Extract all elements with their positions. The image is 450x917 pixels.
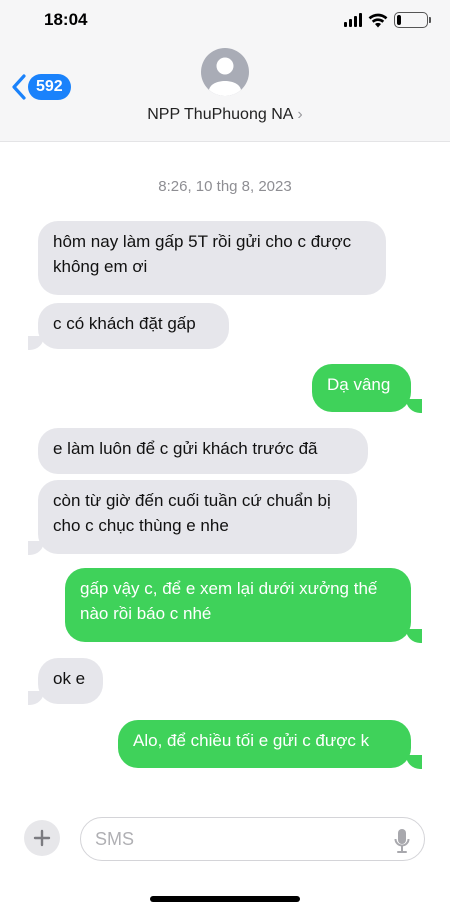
microphone-icon	[394, 829, 410, 853]
sms-input[interactable]	[95, 818, 375, 860]
unread-count-badge: 592	[28, 74, 71, 100]
message-bubble-incoming[interactable]: ok e	[38, 658, 103, 704]
person-avatar-icon[interactable]	[201, 48, 249, 96]
wifi-icon	[368, 13, 388, 27]
message-timestamp: 8:26, 10 thg 8, 2023	[158, 178, 292, 195]
message-bubble-outgoing[interactable]: Dạ vâng	[312, 364, 411, 412]
contact-name-button[interactable]: NPP ThuPhuong NA ›	[0, 106, 450, 124]
bubble-tail	[406, 755, 422, 769]
battery-icon	[394, 12, 431, 28]
message-bubble-outgoing[interactable]: Alo, để chiều tối e gửi c được k	[118, 720, 411, 768]
status-time: 18:04	[44, 10, 88, 29]
bubble-tail	[406, 629, 422, 643]
dictation-button[interactable]	[394, 828, 410, 859]
message-text: hôm nay làm gấp 5T rồi gửi cho c được kh…	[53, 232, 352, 276]
contact-name: NPP ThuPhuong NA	[147, 106, 294, 123]
message-text: Alo, để chiều tối e gửi c được k	[133, 731, 370, 750]
chevron-right-icon: ›	[297, 106, 303, 123]
message-text: e làm luôn để c gửi khách trước đã	[53, 439, 318, 458]
message-text: còn từ giờ đến cuối tuần cứ chuẩn bị cho…	[53, 491, 331, 535]
status-icons	[344, 10, 431, 30]
bubble-tail	[28, 541, 44, 555]
message-bubble-incoming[interactable]: còn từ giờ đến cuối tuần cứ chuẩn bị cho…	[38, 480, 357, 554]
conversation-header: 18:04 592 NPP ThuPhuong NA ›	[0, 0, 450, 142]
message-bubble-incoming[interactable]: e làm luôn để c gửi khách trước đã	[38, 428, 368, 474]
message-text: Dạ vâng	[327, 375, 391, 394]
bubble-tail	[28, 691, 44, 705]
chevron-left-icon	[12, 74, 26, 100]
message-bubble-outgoing[interactable]: gấp vậy c, để e xem lại dưới xưởng thế n…	[65, 568, 411, 642]
message-bubble-incoming[interactable]: c có khách đặt gấp	[38, 303, 229, 349]
add-attachment-button[interactable]	[24, 820, 60, 856]
message-text: ok e	[53, 669, 86, 688]
bubble-tail	[406, 399, 422, 413]
bubble-tail	[28, 336, 44, 350]
message-bubble-incoming[interactable]: hôm nay làm gấp 5T rồi gửi cho c được kh…	[38, 221, 386, 295]
back-button[interactable]: 592	[12, 74, 71, 100]
message-text: c có khách đặt gấp	[53, 314, 196, 333]
message-text: gấp vậy c, để e xem lại dưới xưởng thế n…	[80, 579, 378, 623]
message-composer	[80, 817, 425, 861]
home-indicator[interactable]	[150, 896, 300, 902]
plus-icon	[33, 829, 51, 847]
signal-bars-icon	[344, 13, 362, 27]
